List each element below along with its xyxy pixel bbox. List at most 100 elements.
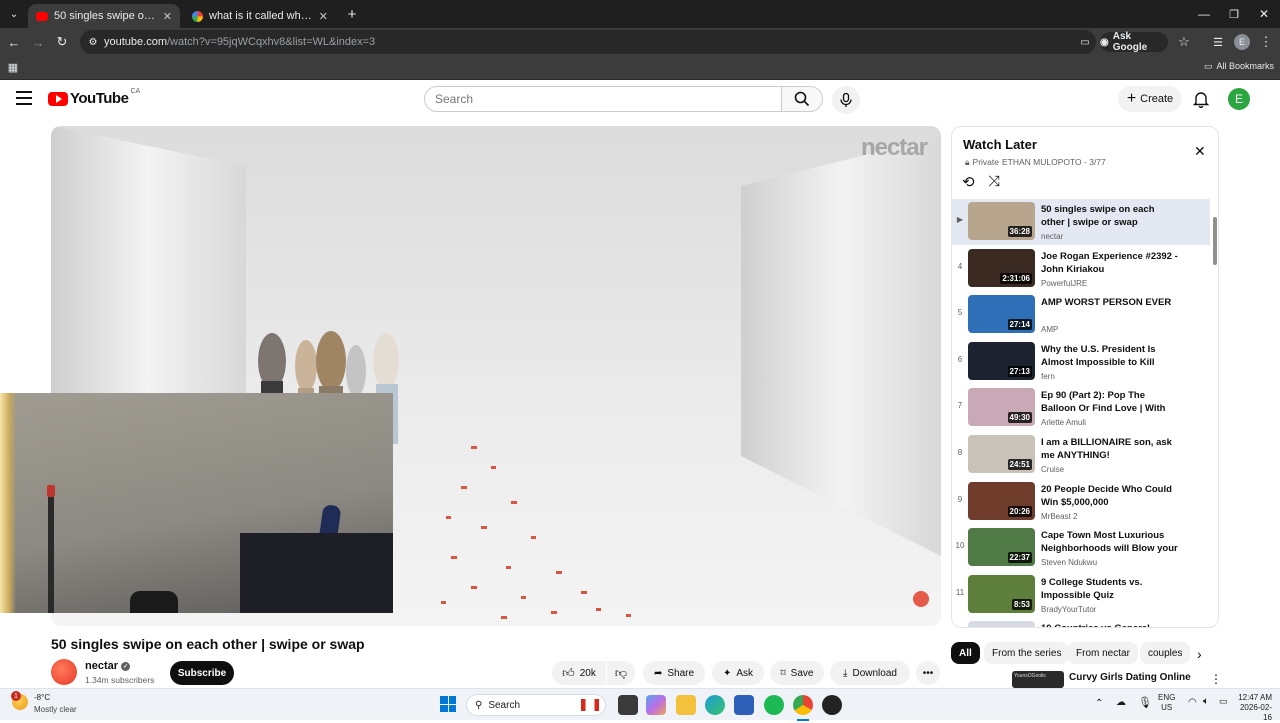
playlist-item-title[interactable]: 9 College Students vs. Impossible Quiz bbox=[1041, 576, 1179, 602]
apps-grid-icon[interactable]: ▦ bbox=[6, 60, 20, 74]
store-icon[interactable] bbox=[734, 695, 754, 715]
voice-search-button[interactable] bbox=[832, 86, 860, 114]
dislike-button[interactable]: 👎︎ bbox=[607, 661, 635, 685]
playlist-item-title[interactable]: Joe Rogan Experience #2392 - John Kiriak… bbox=[1041, 250, 1179, 276]
back-icon[interactable]: ← bbox=[6, 34, 22, 50]
playlist-item-channel[interactable]: PowerfulJRE bbox=[1041, 279, 1087, 288]
onedrive-icon[interactable]: ☁ bbox=[1116, 697, 1126, 708]
playlist-item-thumbnail[interactable]: 24:51 bbox=[968, 435, 1035, 473]
account-avatar[interactable]: E bbox=[1228, 88, 1250, 110]
playlist-item-channel[interactable]: Cruise bbox=[1041, 465, 1064, 474]
reload-icon[interactable]: ↻ bbox=[54, 34, 70, 50]
tab-youtube[interactable]: 50 singles swipe on each other ✕ bbox=[28, 4, 180, 28]
subscribe-button[interactable]: Subscribe bbox=[170, 661, 234, 685]
playlist-item-title[interactable]: I am a BILLIONAIRE son, ask me ANYTHING! bbox=[1041, 436, 1179, 462]
all-bookmarks-button[interactable]: ▭ All Bookmarks bbox=[1204, 61, 1274, 72]
playlist-item-thumbnail[interactable]: 20:26 bbox=[968, 481, 1035, 520]
shuffle-playlist-icon[interactable]: ⤨ bbox=[988, 173, 1000, 190]
obs-icon[interactable] bbox=[822, 695, 842, 715]
playlist-item-channel[interactable]: Steven Ndukwu bbox=[1041, 558, 1097, 567]
playlist-item-thumbnail[interactable] bbox=[968, 621, 1035, 627]
notifications-bell-icon[interactable] bbox=[1192, 90, 1210, 109]
youtube-logo[interactable]: YouTube CA bbox=[48, 88, 140, 107]
playlist-item-thumbnail[interactable]: 8:53 bbox=[968, 574, 1035, 613]
loop-playlist-icon[interactable]: ⟲ bbox=[962, 173, 975, 191]
file-explorer-icon[interactable] bbox=[676, 695, 696, 715]
battery-icon[interactable]: ▭ bbox=[1219, 696, 1228, 707]
copilot-icon[interactable] bbox=[646, 695, 666, 715]
playlist-item-channel[interactable]: nectar bbox=[1041, 232, 1063, 241]
playlist-item-title[interactable]: 50 singles swipe on each other | swipe o… bbox=[1041, 203, 1179, 229]
search-input[interactable]: Search bbox=[424, 86, 782, 112]
filter-chip[interactable]: From the series bbox=[984, 642, 1070, 664]
chips-next-icon[interactable]: › bbox=[1197, 646, 1202, 662]
filter-chip[interactable]: From nectar bbox=[1068, 642, 1138, 664]
site-info-icon[interactable]: ⚙ bbox=[86, 35, 100, 49]
recommended-thumbnail[interactable]: YounsOGoolis bbox=[1012, 671, 1064, 688]
filter-chip[interactable]: All bbox=[951, 642, 980, 664]
windows-start-icon[interactable] bbox=[440, 696, 456, 712]
channel-avatar[interactable] bbox=[51, 659, 77, 685]
forward-icon[interactable]: → bbox=[30, 34, 46, 50]
playlist-item-channel[interactable]: BradyYourTutor bbox=[1041, 605, 1096, 614]
playlist-item[interactable]: 4 2:31:06 Joe Rogan Experience #2392 - Joh… bbox=[952, 246, 1210, 292]
minimize-icon[interactable]: — bbox=[1196, 6, 1212, 22]
playlist-item-thumbnail[interactable]: 2:31:06 bbox=[968, 248, 1035, 287]
tray-mic-icon[interactable]: 🎙︎ bbox=[1138, 696, 1152, 709]
playlist-item-thumbnail[interactable]: 27:13 bbox=[968, 341, 1035, 380]
playlist-item-channel[interactable]: MrBeast 2 bbox=[1041, 512, 1077, 521]
playlist-item-title[interactable]: Why the U.S. President Is Almost Impossi… bbox=[1041, 343, 1179, 369]
playlist-item-title[interactable]: Cape Town Most Luxurious Neighborhoods w… bbox=[1041, 529, 1179, 555]
playlist-item-title[interactable]: 20 People Decide Who Could Win $5,000,00… bbox=[1041, 483, 1179, 509]
scrollbar-thumb[interactable] bbox=[1213, 217, 1217, 265]
ask-button[interactable]: ✦ Ask bbox=[712, 661, 764, 685]
like-button[interactable]: 👍︎ 20k bbox=[552, 661, 606, 685]
playlist-item[interactable]: 10 22:37 Cape Town Most Luxurious Neighbor… bbox=[952, 525, 1210, 571]
playlist-item[interactable]: 1210 Countries vs General bbox=[952, 618, 1210, 627]
filter-chip[interactable]: couples bbox=[1140, 642, 1191, 664]
tab-search-icon[interactable]: ⌄ bbox=[6, 6, 22, 22]
playlist-item-channel[interactable]: Arlette Amuli bbox=[1041, 418, 1086, 427]
download-button[interactable]: ⤓ Download bbox=[830, 661, 910, 685]
playlist-item[interactable]: 8 24:51 I am a BILLIONAIRE son, ask me ANY… bbox=[952, 432, 1210, 478]
edge-icon[interactable] bbox=[705, 695, 725, 715]
taskbar-search-box[interactable]: ⚲ Search bbox=[466, 694, 606, 716]
tray-overflow-icon[interactable]: ⌃ bbox=[1095, 698, 1103, 709]
hamburger-menu-icon[interactable] bbox=[16, 91, 32, 105]
new-tab-icon[interactable]: + bbox=[344, 6, 360, 23]
playlist-item-thumbnail[interactable]: 22:37 bbox=[968, 528, 1035, 567]
language-indicator[interactable]: ENG US bbox=[1158, 693, 1175, 713]
spotify-icon[interactable] bbox=[764, 695, 784, 715]
weather-desc[interactable]: Mostly clear bbox=[34, 705, 77, 714]
playlist-item[interactable]: 11 8:53 9 College Students vs. Impossible … bbox=[952, 572, 1210, 618]
playlist-title[interactable]: Watch Later bbox=[963, 137, 1037, 152]
playlist-item[interactable]: 5 27:14 AMP WORST PERSON EVER AMP bbox=[952, 292, 1210, 338]
close-window-icon[interactable]: ✕ bbox=[1256, 6, 1272, 22]
task-view-icon[interactable] bbox=[618, 695, 638, 715]
address-bar[interactable]: ⚙ youtube.com/watch?v=95jqWCqxhv8&list=W… bbox=[80, 30, 1096, 54]
bookmark-star-icon[interactable]: ☆ bbox=[1176, 34, 1192, 50]
recommended-title[interactable]: Curvy Girls Dating Online bbox=[1069, 672, 1191, 683]
reading-list-icon[interactable]: ☰ bbox=[1210, 34, 1226, 50]
search-button[interactable] bbox=[781, 86, 823, 112]
volume-icon[interactable]: 🔈︎ bbox=[1203, 696, 1209, 707]
playlist-item-channel[interactable]: AMP bbox=[1041, 325, 1058, 334]
save-button[interactable]: ⌑ Save bbox=[770, 661, 824, 685]
profile-avatar[interactable]: E bbox=[1234, 34, 1250, 50]
playlist-item[interactable]: 9 20:26 20 People Decide Who Could Win $5,… bbox=[952, 479, 1210, 525]
close-playlist-icon[interactable]: ✕ bbox=[1194, 143, 1206, 160]
close-tab-icon[interactable]: ✕ bbox=[163, 10, 172, 23]
playlist-item[interactable]: ▶ 36:28 50 singles swipe on each other | s… bbox=[952, 199, 1210, 245]
playlist-item-thumbnail[interactable]: 36:28 bbox=[968, 202, 1035, 240]
menu-kebab-icon[interactable]: ⋮ bbox=[1258, 34, 1274, 50]
playlist-scrollbar[interactable] bbox=[1211, 197, 1218, 625]
playlist-item-title[interactable]: AMP WORST PERSON EVER bbox=[1041, 296, 1179, 309]
channel-name[interactable]: nectar ✓ bbox=[85, 660, 131, 672]
playlist-item[interactable]: 6 27:13 Why the U.S. President Is Almost I… bbox=[952, 339, 1210, 385]
tab-google[interactable]: what is it called when you like ✕ bbox=[184, 4, 336, 28]
restore-icon[interactable]: ❐ bbox=[1226, 6, 1242, 22]
playlist-item-title[interactable]: Ep 90 (Part 2): Pop The Balloon Or Find … bbox=[1041, 389, 1179, 415]
taskbar-clock[interactable]: 12:47 AM 2026-02-16 bbox=[1236, 693, 1272, 723]
cast-icon[interactable]: ▭ bbox=[1078, 35, 1092, 49]
playlist-item-thumbnail[interactable]: 27:14 bbox=[968, 295, 1035, 334]
